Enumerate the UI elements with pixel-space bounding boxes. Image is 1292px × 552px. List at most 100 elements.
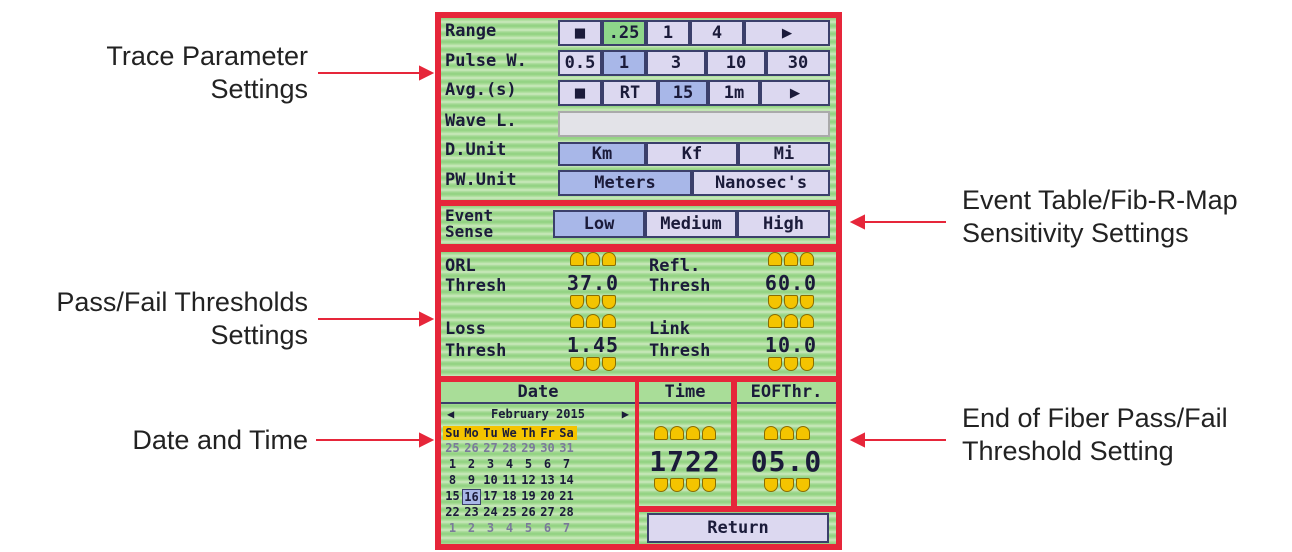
calendar-day[interactable]: 21	[557, 489, 576, 505]
event-sense-low-button[interactable]: Low	[553, 210, 645, 238]
refl-thresh-spinner[interactable]: 60.0	[761, 252, 821, 314]
up-arrow-icon[interactable]	[768, 314, 782, 328]
next-month-icon[interactable]: ▶	[622, 407, 629, 421]
calendar-day[interactable]: 29	[519, 441, 538, 455]
pulse-option-05[interactable]: 0.5	[558, 50, 602, 76]
calendar-day[interactable]: 11	[500, 473, 519, 487]
range-option-025[interactable]: .25	[602, 20, 646, 46]
dunit-km-button[interactable]: Km	[558, 142, 646, 166]
down-arrow-icon[interactable]	[602, 295, 616, 309]
pulse-option-1[interactable]: 1	[602, 50, 646, 76]
up-arrow-icon[interactable]	[570, 252, 584, 266]
calendar-day[interactable]: 1	[443, 457, 462, 471]
dunit-mi-button[interactable]: Mi	[738, 142, 830, 166]
avg-option-rt[interactable]: RT	[602, 80, 658, 106]
calendar-day[interactable]: 20	[538, 489, 557, 505]
calendar-day[interactable]: 6	[538, 457, 557, 471]
up-arrow-icon[interactable]	[800, 314, 814, 328]
eof-spinner[interactable]: 05.0	[737, 426, 836, 497]
range-option-1[interactable]: 1	[646, 20, 690, 46]
down-arrow-icon[interactable]	[586, 295, 600, 309]
up-arrow-icon[interactable]	[784, 314, 798, 328]
calendar-day[interactable]: 12	[519, 473, 538, 487]
calendar-day[interactable]: 25	[443, 441, 462, 455]
calendar-day[interactable]: 22	[443, 505, 462, 519]
link-thresh-spinner[interactable]: 10.0	[761, 314, 821, 376]
down-arrow-icon[interactable]	[795, 478, 810, 492]
calendar-day[interactable]: 5	[519, 521, 538, 535]
calendar-day[interactable]: 6	[538, 521, 557, 535]
calendar-day[interactable]: 4	[500, 521, 519, 535]
down-arrow-icon[interactable]	[800, 295, 814, 309]
calendar-day[interactable]: 14	[557, 473, 576, 487]
calendar-day[interactable]: 23	[462, 505, 481, 519]
down-arrow-icon[interactable]	[768, 295, 782, 309]
down-arrow-icon[interactable]	[570, 357, 584, 371]
calendar-day[interactable]: 4	[500, 457, 519, 471]
calendar-day[interactable]: 3	[481, 457, 500, 471]
range-option-4[interactable]: 4	[690, 20, 744, 46]
calendar-day[interactable]: 5	[519, 457, 538, 471]
calendar-day[interactable]: 31	[557, 441, 576, 455]
up-arrow-icon[interactable]	[686, 426, 700, 440]
up-arrow-icon[interactable]	[795, 426, 810, 440]
up-arrow-icon[interactable]	[670, 426, 684, 440]
pwunit-nanosecs-button[interactable]: Nanosec's	[692, 170, 830, 196]
pulse-option-10[interactable]: 10	[706, 50, 766, 76]
calendar-day[interactable]: 2	[462, 457, 481, 471]
up-arrow-icon[interactable]	[800, 252, 814, 266]
calendar-day[interactable]: 26	[519, 505, 538, 519]
pwunit-meters-button[interactable]: Meters	[558, 170, 692, 196]
avg-stop-button[interactable]: ■	[558, 80, 602, 106]
loss-thresh-spinner[interactable]: 1.45	[563, 314, 623, 376]
down-arrow-icon[interactable]	[654, 478, 668, 492]
calendar-day[interactable]: 15	[443, 489, 462, 505]
return-button[interactable]: Return	[647, 513, 829, 543]
up-arrow-icon[interactable]	[763, 426, 778, 440]
up-arrow-icon[interactable]	[570, 314, 584, 328]
orl-thresh-spinner[interactable]: 37.0	[563, 252, 623, 314]
calendar-day[interactable]: 7	[557, 521, 576, 535]
avg-option-15[interactable]: 15	[658, 80, 708, 106]
down-arrow-icon[interactable]	[702, 478, 716, 492]
calendar-day[interactable]: 7	[557, 457, 576, 471]
down-arrow-icon[interactable]	[784, 357, 798, 371]
up-arrow-icon[interactable]	[784, 252, 798, 266]
down-arrow-icon[interactable]	[779, 478, 794, 492]
avg-option-1m[interactable]: 1m	[708, 80, 760, 106]
down-arrow-icon[interactable]	[763, 478, 778, 492]
down-arrow-icon[interactable]	[686, 478, 700, 492]
calendar-day[interactable]: 2	[462, 521, 481, 535]
up-arrow-icon[interactable]	[768, 252, 782, 266]
up-arrow-icon[interactable]	[602, 252, 616, 266]
calendar-day[interactable]: 28	[557, 505, 576, 519]
up-arrow-icon[interactable]	[586, 252, 600, 266]
calendar-day[interactable]: 17	[481, 489, 500, 505]
up-arrow-icon[interactable]	[654, 426, 668, 440]
up-arrow-icon[interactable]	[779, 426, 794, 440]
calendar-day[interactable]: 25	[500, 505, 519, 519]
calendar-day[interactable]: 18	[500, 489, 519, 505]
down-arrow-icon[interactable]	[800, 357, 814, 371]
range-play-button[interactable]: ▶	[744, 20, 830, 46]
wavelength-field[interactable]	[558, 111, 830, 137]
down-arrow-icon[interactable]	[586, 357, 600, 371]
prev-month-icon[interactable]: ◀	[447, 407, 454, 421]
calendar-day[interactable]: 8	[443, 473, 462, 487]
calendar-day[interactable]: 27	[481, 441, 500, 455]
calendar-day[interactable]: 9	[462, 473, 481, 487]
down-arrow-icon[interactable]	[602, 357, 616, 371]
avg-play-button[interactable]: ▶	[760, 80, 830, 106]
down-arrow-icon[interactable]	[784, 295, 798, 309]
calendar-day[interactable]: 24	[481, 505, 500, 519]
down-arrow-icon[interactable]	[570, 295, 584, 309]
down-arrow-icon[interactable]	[670, 478, 684, 492]
up-arrow-icon[interactable]	[702, 426, 716, 440]
calendar-day[interactable]: 19	[519, 489, 538, 505]
calendar-day[interactable]: 10	[481, 473, 500, 487]
calendar-day[interactable]: 1	[443, 521, 462, 535]
calendar-day-selected[interactable]: 16	[462, 489, 481, 505]
pulse-option-30[interactable]: 30	[766, 50, 830, 76]
pulse-option-3[interactable]: 3	[646, 50, 706, 76]
time-spinner[interactable]: 1722	[639, 426, 731, 497]
